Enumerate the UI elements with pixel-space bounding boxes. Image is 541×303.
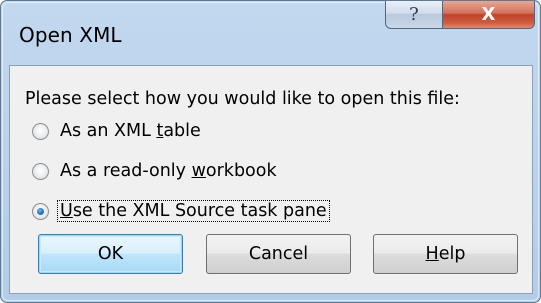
cancel-button[interactable]: Cancel xyxy=(206,234,351,274)
option-xml-table[interactable]: As an XML table xyxy=(32,121,203,141)
question-mark-icon: ? xyxy=(409,4,419,25)
help-caption-button[interactable]: ? xyxy=(385,1,443,29)
ok-button[interactable]: OK xyxy=(38,234,183,274)
radio-read-only-workbook[interactable] xyxy=(32,162,49,180)
open-xml-dialog: Open XML ? X Please select how you would… xyxy=(0,0,541,303)
caption-buttons: ? X xyxy=(385,1,535,31)
option-read-only-workbook-label: As a read-only workbook xyxy=(60,161,277,181)
radio-xml-source-task-pane[interactable] xyxy=(32,202,49,220)
option-xml-source-task-pane[interactable]: Use the XML Source task pane xyxy=(32,200,330,222)
option-read-only-workbook[interactable]: As a read-only workbook xyxy=(32,161,279,181)
option-xml-table-label: As an XML table xyxy=(60,121,201,141)
help-button[interactable]: Help xyxy=(373,234,518,274)
radio-selected-dot xyxy=(37,207,44,215)
close-icon: X xyxy=(481,4,496,25)
radio-xml-table[interactable] xyxy=(32,122,49,140)
dialog-title: Open XML xyxy=(19,23,122,47)
option-xml-source-task-pane-label: Use the XML Source task pane xyxy=(57,200,330,222)
help-button-label: Help xyxy=(425,244,466,264)
dialog-prompt: Please select how you would like to open… xyxy=(25,89,460,109)
close-button[interactable]: X xyxy=(443,1,535,29)
